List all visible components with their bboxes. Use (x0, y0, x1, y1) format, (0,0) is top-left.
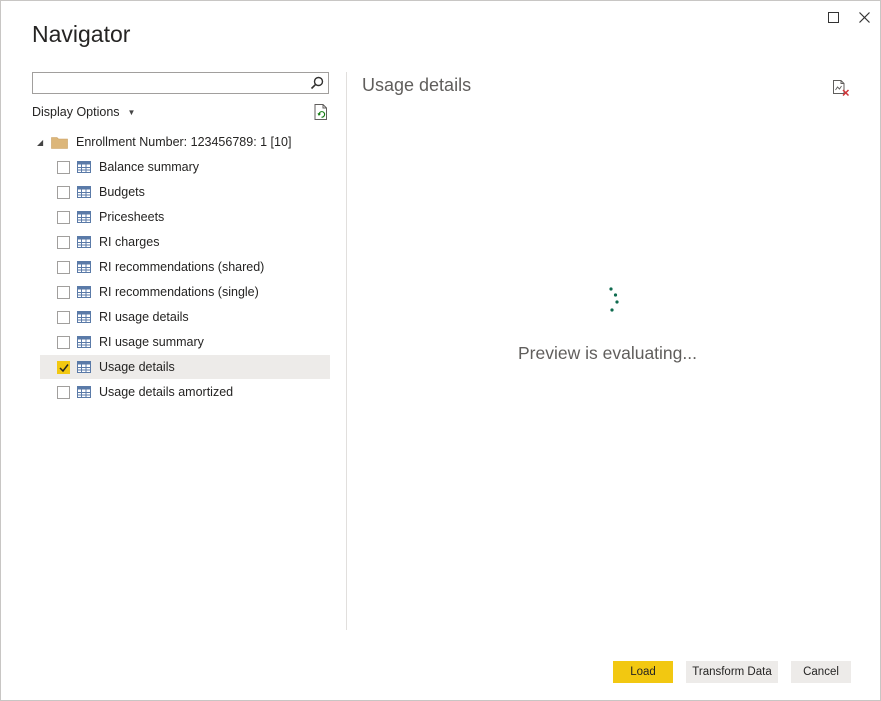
loading-spinner-icon (609, 287, 619, 312)
item-checkbox[interactable] (57, 260, 70, 274)
tree-item-balance-summary[interactable]: Balance summary (40, 155, 330, 179)
close-icon (858, 11, 870, 23)
item-label: RI recommendations (shared) (99, 260, 265, 274)
item-checkbox[interactable] (57, 160, 70, 174)
close-button[interactable] (854, 7, 874, 27)
table-icon (77, 286, 91, 298)
item-checkbox[interactable] (57, 235, 70, 249)
item-checkbox-checked[interactable] (57, 360, 70, 374)
item-checkbox[interactable] (57, 210, 70, 224)
item-checkbox[interactable] (57, 310, 70, 324)
table-icon (77, 361, 91, 373)
item-label: Budgets (99, 185, 145, 199)
table-icon (77, 186, 91, 198)
navigator-window: Navigator Display Options ▼ ◢ Enrollment… (0, 0, 881, 701)
expand-triangle-icon[interactable]: ◢ (37, 138, 47, 147)
maximize-icon (827, 11, 839, 23)
load-button[interactable]: Load (613, 661, 673, 683)
item-checkbox[interactable] (57, 185, 70, 199)
chevron-down-icon: ▼ (127, 107, 136, 117)
display-options-label: Display Options (32, 105, 120, 119)
item-label: Balance summary (99, 160, 200, 174)
dialog-title: Navigator (32, 21, 131, 47)
table-icon (77, 336, 91, 348)
tree-item-ri-usage-details[interactable]: RI usage details (40, 305, 330, 329)
checkmark-icon (59, 363, 69, 372)
tree-item-ri-recommendations-single[interactable]: RI recommendations (single) (40, 280, 330, 304)
tree-item-ri-charges[interactable]: RI charges (40, 230, 330, 254)
item-label: Usage details amortized (99, 385, 234, 399)
close-preview-icon[interactable] (831, 79, 851, 97)
tree-root-node[interactable]: ◢ Enrollment Number: 123456789: 1 [10] (37, 131, 291, 153)
item-label: RI recommendations (single) (99, 285, 259, 299)
table-icon (77, 311, 91, 323)
pane-divider[interactable] (346, 72, 347, 630)
transform-data-button[interactable]: Transform Data (686, 661, 778, 683)
table-icon (77, 261, 91, 273)
table-icon (77, 386, 91, 398)
item-checkbox[interactable] (57, 335, 70, 349)
tree-item-usage-details-amortized[interactable]: Usage details amortized (40, 380, 330, 404)
tree-item-usage-details[interactable]: Usage details (40, 355, 330, 379)
table-icon (77, 211, 91, 223)
display-options-dropdown[interactable]: Display Options ▼ (32, 105, 135, 119)
folder-icon (51, 136, 68, 149)
item-label: RI charges (99, 235, 160, 249)
item-label: RI usage summary (99, 335, 204, 349)
tree-item-budgets[interactable]: Budgets (40, 180, 330, 204)
preview-title: Usage details (362, 75, 472, 95)
cancel-button[interactable]: Cancel (791, 661, 851, 683)
refresh-icon[interactable] (312, 103, 330, 121)
tree-item-ri-recommendations-shared[interactable]: RI recommendations (shared) (40, 255, 330, 279)
search-icon[interactable] (309, 75, 325, 91)
item-label: Pricesheets (99, 210, 165, 224)
item-label: Usage details (99, 360, 175, 374)
item-label: RI usage details (99, 310, 189, 324)
tree-root-label: Enrollment Number: 123456789: 1 [10] (76, 135, 292, 149)
tree-item-ri-usage-summary[interactable]: RI usage summary (40, 330, 330, 354)
item-checkbox[interactable] (57, 285, 70, 299)
table-icon (77, 161, 91, 173)
table-icon (77, 236, 91, 248)
maximize-button[interactable] (823, 7, 843, 27)
item-checkbox[interactable] (57, 385, 70, 399)
tree-item-pricesheets[interactable]: Pricesheets (40, 205, 330, 229)
search-box[interactable] (32, 72, 329, 94)
preview-status-text: Preview is evaluating... (518, 343, 697, 363)
search-input[interactable] (37, 74, 306, 94)
